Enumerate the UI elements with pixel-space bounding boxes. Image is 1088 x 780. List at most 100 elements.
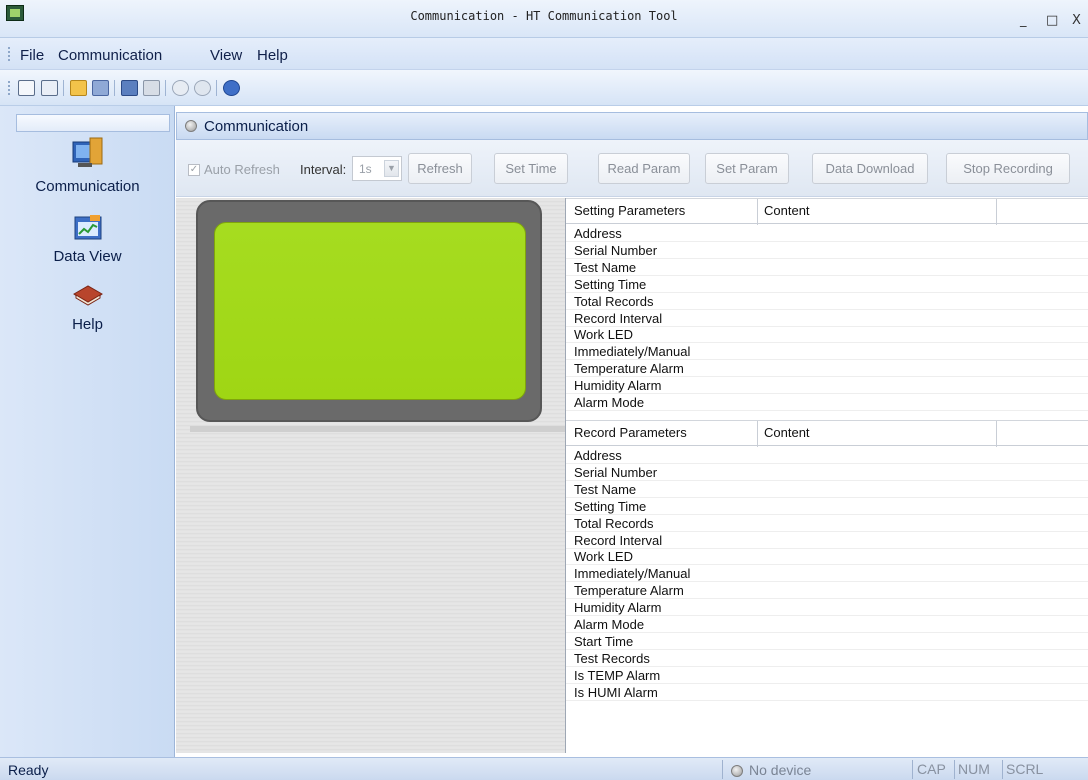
parameter-name: Humidity Alarm — [574, 600, 662, 616]
action-bar: ✓ Auto Refresh Interval: 1s ▼ Refresh Se… — [176, 140, 1088, 197]
menu-grip — [8, 47, 10, 61]
parameter-name: Test Records — [574, 650, 650, 666]
disk-icon[interactable] — [121, 80, 138, 96]
table-row[interactable]: Test Name — [566, 481, 1088, 498]
menu-communication[interactable]: Communication — [58, 47, 162, 64]
set-param-button[interactable]: Set Param — [705, 153, 789, 184]
status-bar: Ready No device CAP NUM SCRL — [0, 757, 1088, 780]
parameter-name: Immediately/Manual — [574, 566, 691, 582]
minimize-button[interactable]: _ — [1020, 13, 1027, 28]
nav-label-help: Help — [72, 316, 103, 333]
new-icon[interactable] — [18, 80, 35, 96]
target-icon[interactable] — [172, 80, 189, 96]
parameter-name: Alarm Mode — [574, 395, 645, 410]
table-row[interactable]: Humidity Alarm — [566, 599, 1088, 617]
panel-status-icon — [185, 120, 197, 132]
table-row[interactable]: Record Interval — [566, 310, 1088, 327]
read-param-button[interactable]: Read Param — [598, 153, 690, 184]
setting-col-header[interactable]: Setting Parameters — [574, 203, 685, 218]
interval-select[interactable]: 1s ▼ — [352, 156, 402, 181]
menu-file[interactable]: File — [20, 47, 44, 64]
record-content-col-header[interactable]: Content — [764, 425, 810, 440]
title-bar: Communication - HT Communication Tool _ … — [0, 0, 1088, 38]
set-time-button[interactable]: Set Time — [494, 153, 568, 184]
table-row[interactable]: Serial Number — [566, 464, 1088, 481]
table-row[interactable]: Alarm Mode — [566, 616, 1088, 633]
table-row[interactable]: Start Time — [566, 633, 1088, 650]
parameter-name: Is TEMP Alarm — [574, 667, 661, 683]
content-col-header[interactable]: Content — [764, 203, 810, 218]
table-row[interactable]: Record Interval — [566, 532, 1088, 549]
nav-item-help[interactable]: Help — [0, 282, 175, 338]
parameter-name: Alarm Mode — [574, 617, 645, 632]
parameter-name: Record Interval — [574, 532, 663, 548]
record-col-header[interactable]: Record Parameters — [574, 425, 687, 440]
nav-pane-header — [16, 114, 170, 132]
help-icon[interactable] — [223, 80, 240, 96]
close-button[interactable]: X — [1072, 13, 1081, 28]
table-row[interactable]: Work LED — [566, 326, 1088, 344]
table-row[interactable]: Total Records — [566, 515, 1088, 532]
table-row[interactable]: Serial Number — [566, 242, 1088, 259]
display-divider — [190, 426, 565, 432]
table-row[interactable]: Total Records — [566, 293, 1088, 310]
table-row[interactable]: Is HUMI Alarm — [566, 684, 1088, 701]
open-folder-icon[interactable] — [70, 80, 87, 96]
caps-indicator: CAP — [917, 761, 946, 777]
data-download-button[interactable]: Data Download — [812, 153, 928, 184]
table-row[interactable]: Test Name — [566, 259, 1088, 276]
refresh-button[interactable]: Refresh — [408, 153, 472, 184]
table-row[interactable]: Humidity Alarm — [566, 377, 1088, 395]
table-row[interactable]: Is TEMP Alarm — [566, 667, 1088, 684]
auto-refresh-checkbox[interactable]: ✓ — [188, 164, 200, 176]
interval-value: 1s — [359, 162, 372, 176]
nav-item-data-view[interactable]: Data View — [0, 214, 175, 270]
table-row[interactable]: Address — [566, 225, 1088, 242]
auto-refresh-label: Auto Refresh — [204, 162, 280, 177]
export-icon[interactable] — [92, 80, 109, 96]
parameter-name: Total Records — [574, 293, 654, 309]
lcd-frame — [196, 200, 542, 422]
parameter-name: Serial Number — [574, 464, 658, 480]
interval-label: Interval: — [300, 162, 347, 177]
table-row[interactable]: Alarm Mode — [566, 394, 1088, 411]
setting-table-header: Setting Parameters Content — [566, 198, 1088, 225]
parameter-name: Work LED — [574, 549, 633, 565]
toolbar — [0, 70, 1088, 106]
table-row[interactable]: Immediately/Manual — [566, 565, 1088, 583]
table-row[interactable]: Address — [566, 447, 1088, 464]
table-row[interactable]: Immediately/Manual — [566, 343, 1088, 361]
menu-bar: File Communication View Help — [0, 38, 1088, 70]
refresh-icon[interactable] — [194, 80, 211, 96]
help-book-icon — [72, 285, 103, 306]
table-row[interactable]: Test Records — [566, 650, 1088, 667]
stop-recording-button[interactable]: Stop Recording — [946, 153, 1070, 184]
navigation-pane: Communication Data View Help — [0, 106, 175, 757]
table-row[interactable]: Setting Time — [566, 498, 1088, 515]
parameter-name: Work LED — [574, 327, 633, 343]
menu-view[interactable]: View — [210, 47, 242, 64]
table-row[interactable]: Temperature Alarm — [566, 582, 1088, 600]
parameter-name: Immediately/Manual — [574, 344, 691, 360]
nav-label-communication: Communication — [35, 178, 140, 195]
parameter-name: Temperature Alarm — [574, 361, 684, 377]
table-row[interactable]: Temperature Alarm — [566, 360, 1088, 378]
table-row[interactable]: Setting Time — [566, 276, 1088, 293]
parameter-name: Humidity Alarm — [574, 378, 662, 394]
chevron-down-icon[interactable]: ▼ — [384, 160, 399, 177]
save-icon[interactable] — [41, 80, 58, 96]
parameter-name: Record Interval — [574, 310, 663, 326]
record-table-header: Record Parameters Content — [566, 420, 1088, 447]
hand-icon[interactable] — [143, 80, 160, 96]
window-title: Communication - HT Communication Tool — [410, 9, 678, 23]
parameter-name: Address — [574, 448, 622, 463]
nav-label-data-view: Data View — [53, 248, 122, 265]
nav-item-communication[interactable]: Communication — [0, 136, 175, 198]
num-indicator: NUM — [958, 761, 990, 777]
lcd-screen — [214, 222, 526, 400]
device-display-area — [176, 198, 565, 753]
maximize-button[interactable]: □ — [1046, 13, 1058, 28]
menu-help[interactable]: Help — [257, 47, 288, 64]
table-row[interactable]: Work LED — [566, 548, 1088, 566]
parameter-name: Address — [574, 226, 622, 241]
